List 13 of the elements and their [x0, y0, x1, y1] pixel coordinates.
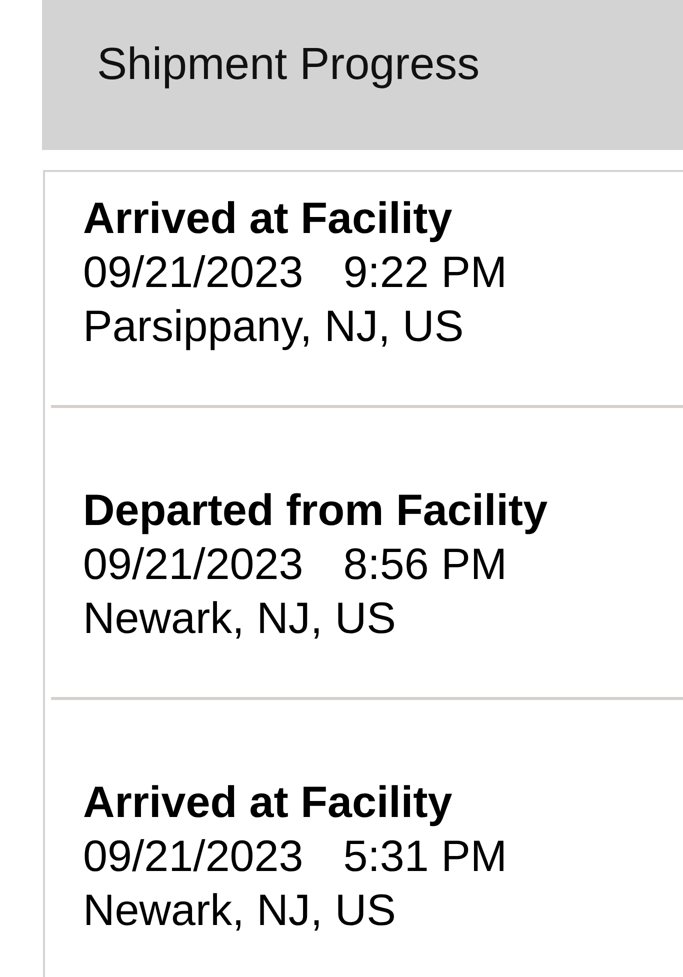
event-time: 9:22 PM: [343, 247, 508, 299]
event-status: Departed from Facility: [83, 485, 548, 537]
event-location: Newark, NJ, US: [83, 885, 396, 937]
event-date: 09/21/2023: [83, 831, 304, 883]
event-status: Arrived at Facility: [83, 777, 452, 829]
event-time: 5:31 PM: [343, 831, 508, 883]
event-location: Parsippany, NJ, US: [83, 301, 464, 353]
event-date: 09/21/2023: [83, 247, 304, 299]
page-title: Shipment Progress: [97, 38, 480, 89]
event-date: 09/21/2023: [83, 539, 304, 591]
event-location: Newark, NJ, US: [83, 593, 396, 645]
event-status: Arrived at Facility: [83, 193, 452, 245]
event-time: 8:56 PM: [343, 539, 508, 591]
